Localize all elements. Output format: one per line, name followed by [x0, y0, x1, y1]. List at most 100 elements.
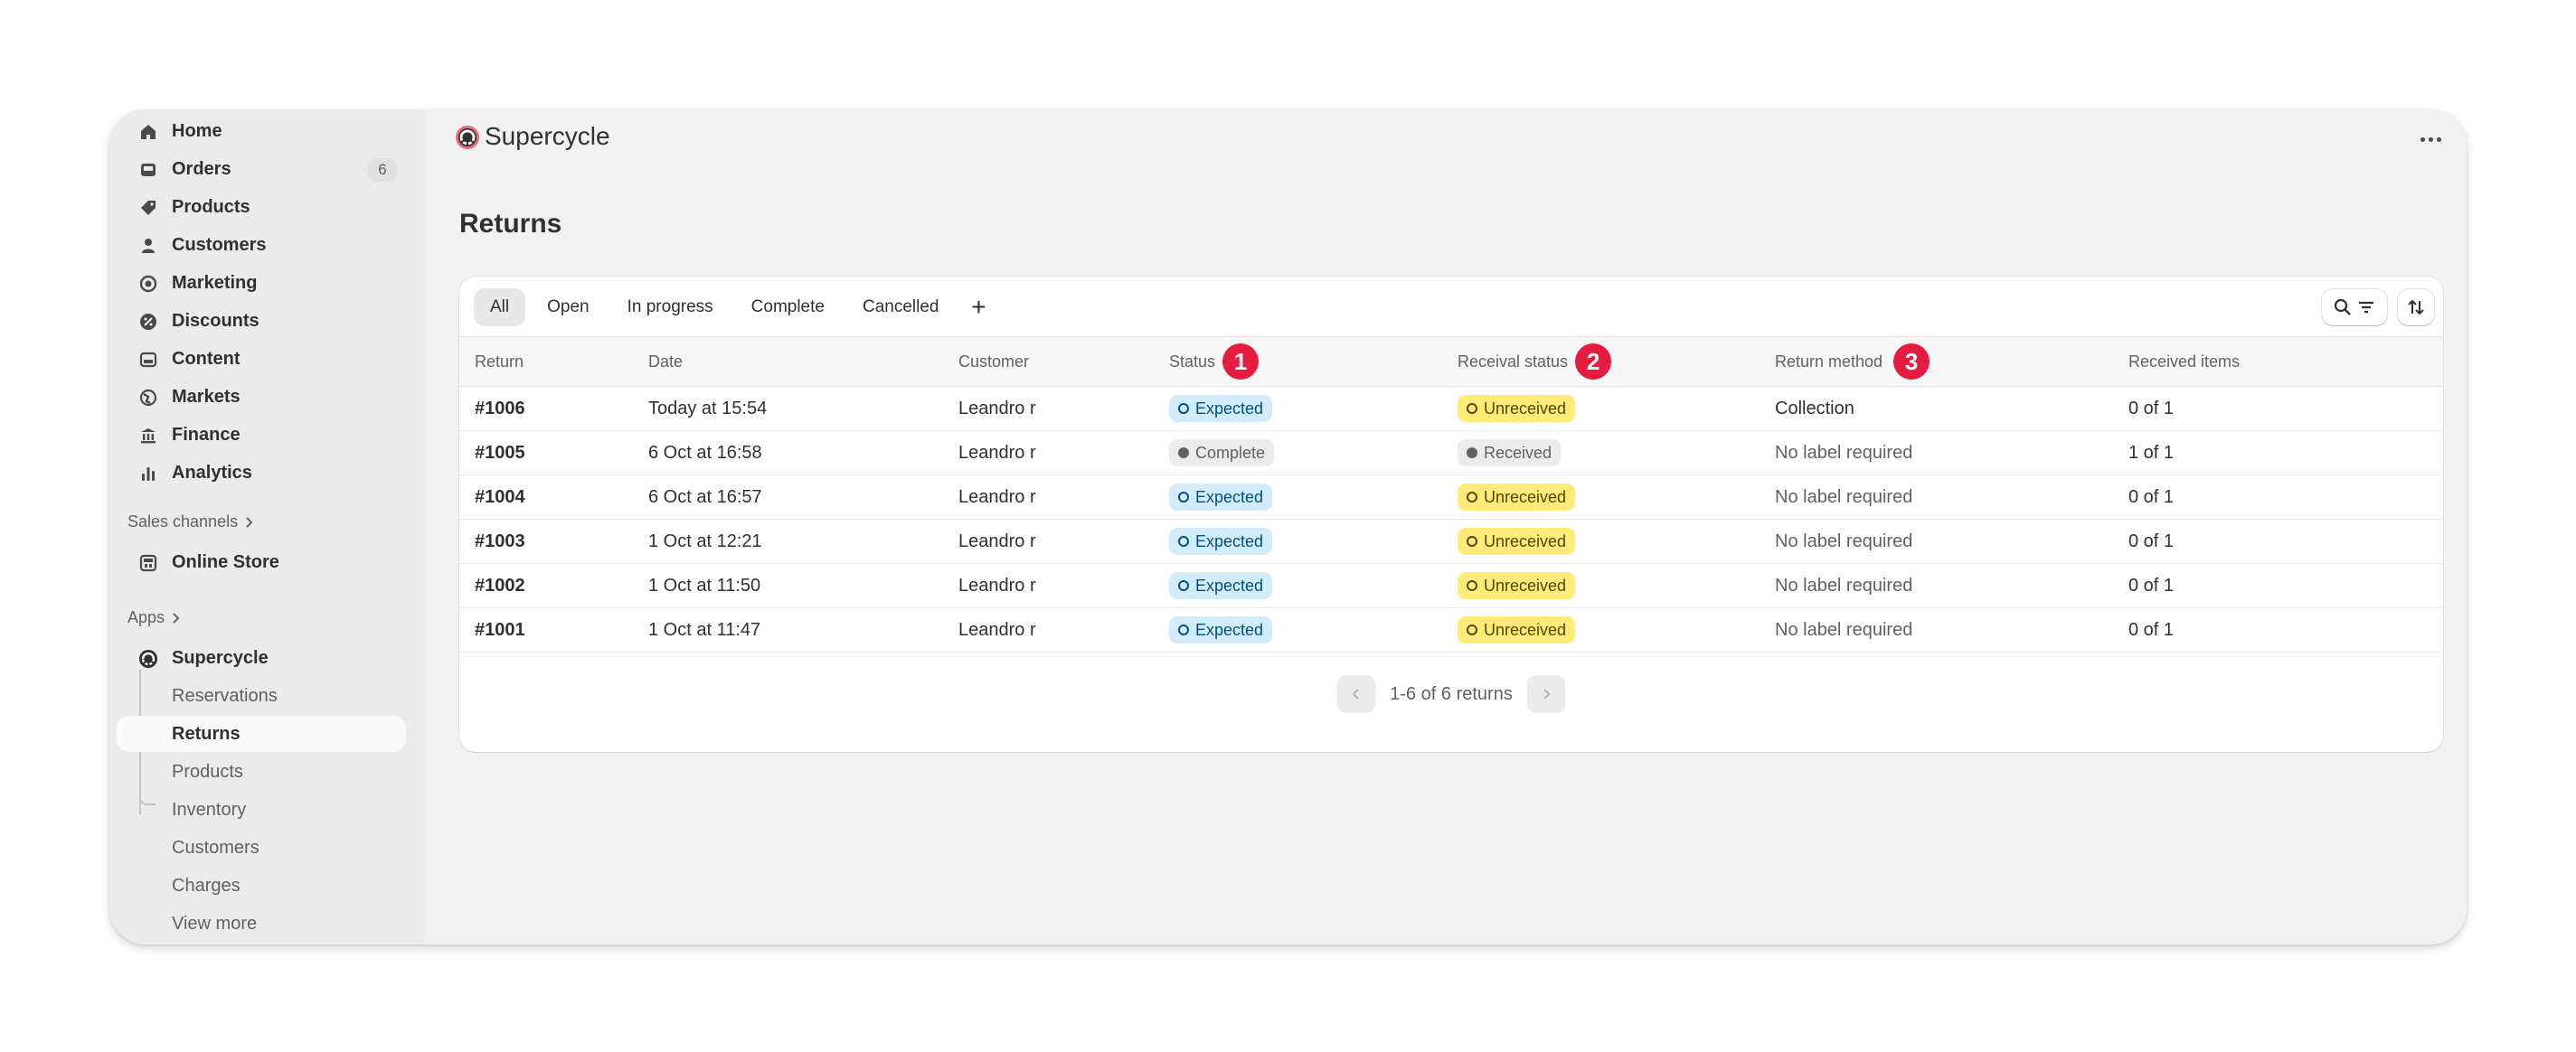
sidebar-item-supercycle[interactable]: Supercycle	[117, 640, 406, 676]
sidebar-subitem-view-more[interactable]: View more	[117, 906, 406, 942]
status-dot-icon	[1467, 580, 1477, 591]
return-method: No label required	[1775, 619, 1913, 640]
tab-in-progress[interactable]: In progress	[611, 288, 730, 326]
status-badge: Expected	[1169, 572, 1273, 599]
inbox-icon	[138, 160, 158, 180]
return-date: 6 Oct at 16:57	[648, 486, 762, 507]
column-header-label: Status	[1169, 352, 1216, 371]
sidebar-item-markets[interactable]: Markets	[117, 379, 406, 415]
sidebar-item-label: Marketing	[172, 272, 258, 293]
sidebar-subitem-label: Returns	[172, 723, 241, 744]
search-filter-button[interactable]	[2322, 289, 2387, 325]
sidebar-subitem-products[interactable]: Products	[117, 754, 406, 790]
sort-button[interactable]	[2398, 289, 2434, 325]
sidebar-subitem-charges[interactable]: Charges	[117, 868, 406, 904]
next-page-button[interactable]	[1526, 675, 1565, 713]
column-header-receival-status[interactable]: Receival status 2	[1458, 337, 1612, 386]
return-id[interactable]: #1001	[475, 608, 525, 652]
status-badge-label: Complete	[1195, 443, 1266, 462]
bar-chart-icon	[138, 464, 158, 484]
admin-window: Home Orders 6 Products Customers Marketi…	[109, 109, 2467, 944]
column-header-return-method[interactable]: Return method 3	[1775, 337, 1930, 386]
sidebar-subitem-inventory[interactable]: Inventory	[117, 792, 406, 828]
column-header-status[interactable]: Status 1	[1169, 337, 1260, 386]
return-method: No label required	[1775, 575, 1913, 596]
receival-badge: Unreceived	[1458, 484, 1576, 511]
pagination: 1-6 of 6 returns	[459, 674, 2443, 714]
sidebar-item-online-store[interactable]: Online Store	[117, 544, 406, 580]
table-row[interactable]: #1001 1 Oct at 11:47 Leandro r Expected …	[459, 608, 2443, 653]
return-id[interactable]: #1002	[475, 564, 525, 607]
table-row[interactable]: #1005 6 Oct at 16:58 Leandro r Complete …	[459, 431, 2443, 475]
return-id[interactable]: #1003	[475, 520, 525, 563]
sidebar-item-finance[interactable]: Finance	[117, 417, 406, 453]
receival-cell: Unreceived	[1458, 564, 1576, 607]
image-icon	[138, 350, 158, 370]
table-row[interactable]: #1006 Today at 15:54 Leandro r Expected …	[459, 387, 2443, 431]
sort-icon	[2408, 299, 2424, 315]
column-header-customer[interactable]: Customer	[958, 337, 1029, 386]
sidebar-item-marketing[interactable]: Marketing	[117, 265, 406, 301]
chevron-right-icon	[173, 612, 180, 624]
supercycle-logo-icon	[456, 126, 479, 149]
status-badge: Complete	[1169, 439, 1275, 466]
column-header-label: Receival status	[1458, 352, 1569, 371]
tab-open[interactable]: Open	[531, 288, 605, 326]
storefront-icon	[138, 553, 158, 573]
return-date: 1 Oct at 12:21	[648, 531, 762, 551]
sidebar-item-products[interactable]: Products	[117, 189, 406, 225]
sidebar-item-discounts[interactable]: Discounts	[117, 303, 406, 339]
column-header-date[interactable]: Date	[648, 337, 683, 386]
sidebar-item-label: Orders	[172, 158, 231, 179]
apps-heading[interactable]: Apps	[127, 608, 181, 627]
status-dot-icon	[1178, 536, 1189, 547]
receival-badge-label: Unreceived	[1484, 531, 1567, 550]
status-dot-icon	[1178, 447, 1189, 458]
status-badge: Expected	[1169, 528, 1273, 555]
sidebar-item-label: Supercycle	[172, 647, 269, 668]
sales-channels-heading[interactable]: Sales channels	[127, 512, 254, 531]
sidebar-subitem-returns[interactable]: Returns	[117, 716, 406, 752]
sidebar-item-orders[interactable]: Orders 6	[117, 151, 406, 187]
sidebar-item-customers[interactable]: Customers	[117, 227, 406, 263]
status-cell: Expected	[1169, 564, 1273, 607]
table-row[interactable]: #1004 6 Oct at 16:57 Leandro r Expected …	[459, 475, 2443, 520]
return-id[interactable]: #1004	[475, 475, 525, 519]
sidebar-item-analytics[interactable]: Analytics	[117, 455, 406, 491]
sidebar-subitem-label: Products	[172, 761, 243, 782]
sidebar-item-content[interactable]: Content	[117, 341, 406, 377]
return-method: No label required	[1775, 531, 1913, 551]
search-icon	[2334, 298, 2351, 315]
tab-all[interactable]: All	[474, 288, 526, 326]
status-dot-icon	[1467, 536, 1477, 547]
previous-page-button[interactable]	[1337, 675, 1376, 713]
column-header-label: Received items	[2128, 352, 2241, 371]
sidebar-subitem-label: View more	[172, 913, 258, 934]
received-items: 1 of 1	[2128, 442, 2175, 463]
status-dot-icon	[1178, 625, 1189, 635]
column-header-received-items[interactable]: Received items	[2128, 337, 2240, 386]
chevron-right-icon	[246, 516, 253, 528]
add-view-button[interactable]: +	[960, 288, 996, 326]
customer-name: Leandro r	[958, 619, 1036, 640]
tab-complete[interactable]: Complete	[735, 288, 841, 326]
page-title: Returns	[459, 209, 562, 239]
table-row[interactable]: #1002 1 Oct at 11:50 Leandro r Expected …	[459, 564, 2443, 608]
tag-icon	[138, 198, 158, 218]
receival-badge: Received	[1458, 439, 1562, 466]
return-id[interactable]: #1005	[475, 431, 525, 474]
column-header-label: Return	[475, 352, 524, 371]
more-actions-button[interactable]	[2412, 126, 2449, 153]
table-row[interactable]: #1003 1 Oct at 12:21 Leandro r Expected …	[459, 520, 2443, 564]
column-header-return[interactable]: Return	[475, 337, 524, 386]
sidebar-subitem-reservations[interactable]: Reservations	[117, 678, 406, 714]
return-id[interactable]: #1006	[475, 387, 525, 430]
status-badge-label: Expected	[1195, 620, 1264, 639]
tab-cancelled[interactable]: Cancelled	[846, 288, 956, 326]
customer-name: Leandro r	[958, 486, 1036, 507]
sidebar-item-home[interactable]: Home	[117, 113, 406, 149]
sidebar-subitem-customers[interactable]: Customers	[117, 830, 406, 866]
status-badge: Expected	[1169, 616, 1273, 643]
chevron-right-icon	[1543, 689, 1551, 700]
table-header: Return Date Customer Status 1 Receival s…	[459, 336, 2443, 387]
